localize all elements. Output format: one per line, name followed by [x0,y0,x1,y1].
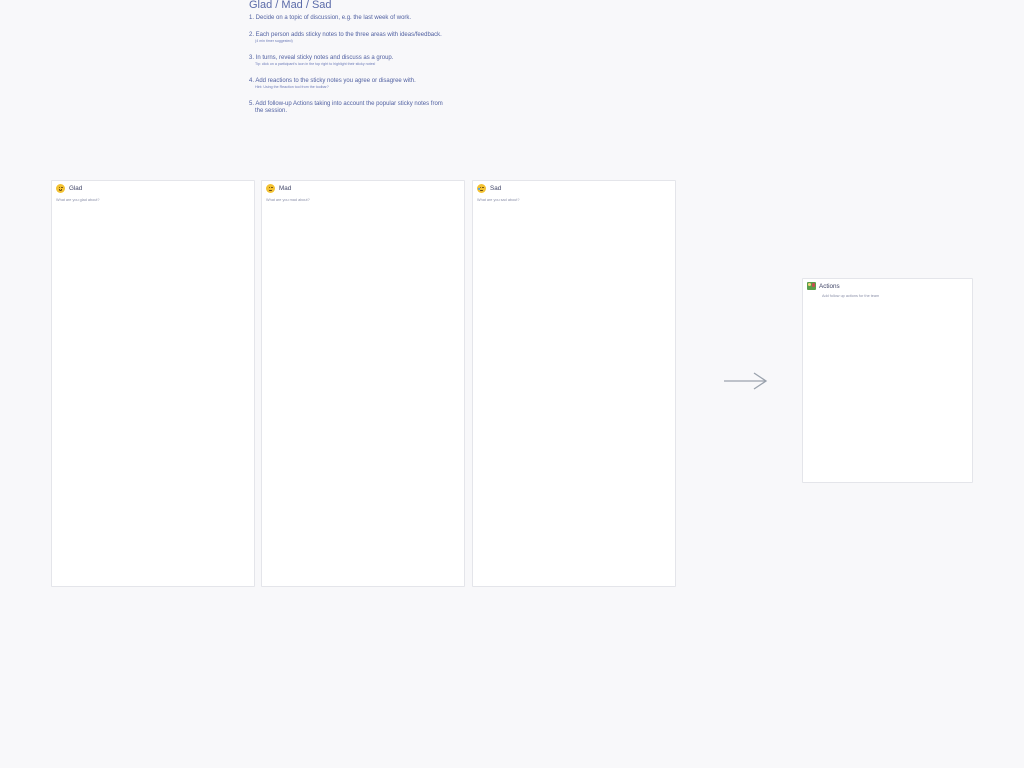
instruction-step-2: 2. Each person adds sticky notes to the … [249,32,442,44]
mad-frame-title: Mad [279,185,292,192]
sad-frame-subtitle: What are you sad about? [477,198,520,202]
mad-frame-subtitle: What are you mad about? [266,198,310,202]
actions-frame-subtitle: Add follow up actions for the team [822,294,880,298]
instruction-step-5: 5. Add follow-up Actions taking into acc… [249,101,464,115]
mad-frame[interactable]: Mad What are you mad about? [261,180,465,587]
instruction-step-4-note: Hint: Using the Reaction tool from the t… [255,85,329,89]
instruction-step-2-note: (4 min timer suggested) [255,39,293,43]
instruction-step-3: 3. In turns, reveal sticky notes and dis… [249,55,393,67]
instructions-panel: Glad / Mad / Sad 1. Decide on a topic of… [249,0,469,114]
actions-frame-header: Actions [807,282,840,290]
instruction-step-1: 1. Decide on a topic of discussion, e.g.… [249,15,412,21]
glad-frame-header: Glad [56,184,82,193]
glad-frame[interactable]: Glad What are you glad about? [51,180,255,587]
sad-frame-header: Sad [477,184,501,193]
actions-frame-title: Actions [819,282,840,290]
instruction-step-3-text: 3. In turns, reveal sticky notes and dis… [249,55,394,61]
instruction-step-4-text: 4. Add reactions to the sticky notes you… [249,78,416,84]
picture-icon [807,282,816,290]
glad-frame-title: Glad [69,185,83,192]
instruction-step-4: 4. Add reactions to the sticky notes you… [249,78,416,90]
mad-frame-header: Mad [266,184,291,193]
angry-face-icon [266,184,275,193]
sad-frame-title: Sad [490,185,502,192]
glad-frame-subtitle: What are you glad about? [56,198,100,202]
right-arrow-icon [724,372,768,390]
instruction-step-3-note: Tip: click on a participant's icon in th… [255,62,376,66]
instruction-step-2-text: 2. Each person adds sticky notes to the … [249,32,442,38]
actions-frame[interactable]: Actions Add follow up actions for the te… [802,278,973,483]
board-title: Glad / Mad / Sad [249,0,332,11]
crying-face-icon [477,184,486,193]
instruction-step-5-text-cont: the session. [255,108,288,114]
instruction-step-5-text: 5. Add follow-up Actions taking into acc… [249,101,443,107]
sad-frame[interactable]: Sad What are you sad about? [472,180,676,587]
grinning-face-icon [56,184,65,193]
